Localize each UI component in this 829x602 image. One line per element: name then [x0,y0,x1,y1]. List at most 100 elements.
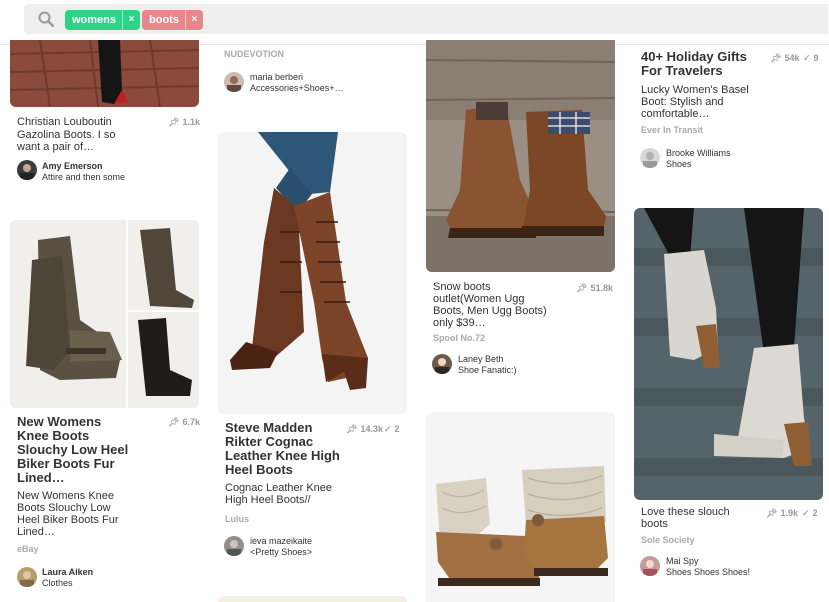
pin-image-partial[interactable] [218,596,407,602]
pin-title-line: want a pair of… [17,141,95,153]
check-icon: ✓ [384,424,392,434]
pin-image-snow-boots[interactable] [426,40,615,272]
pin-icon: 📌︎ [168,417,180,427]
pin-title-line: Knee Boots [17,428,90,443]
board-name[interactable]: Shoes [666,159,692,169]
pin-description: New Womens Knee Boots Slouchy Low Heel B… [17,490,187,538]
pin-title[interactable]: Steve Madden Rikter Cognac Leather Knee … [225,421,355,477]
filter-chip-label: womens [72,14,117,26]
avatar[interactable] [17,160,37,180]
repin-count: 📌︎ 1.1k [168,117,200,128]
pin-description-line: Boot: Stylish and [641,96,724,108]
filter-chip-womens[interactable]: womens × [65,10,141,30]
pin-title-line: Gazolina Boots. I so [17,128,116,141]
pin-title-line: New Womens [17,414,102,429]
like-value: 2 [812,508,818,518]
pin-source[interactable]: Ever In Transit [641,125,703,135]
close-icon[interactable]: × [184,10,203,30]
pin-description-line: Love these slouch [641,506,730,518]
pin-image-knit-boots[interactable] [426,412,615,602]
pin-description[interactable]: Love these slouch boots [641,506,771,530]
pin-title[interactable]: New Womens Knee Boots Slouchy Low Heel B… [17,415,187,485]
pinner-name[interactable]: Amy Emerson [42,161,103,171]
like-count: ✓ 9 [803,53,819,64]
pin-title-line: 40+ Holiday Gifts [641,49,747,64]
filter-chip-label: boots [149,14,179,26]
pin-description-line: Lined… [17,526,55,538]
repin-value: 54k [784,53,800,63]
pin-source[interactable]: Spool No.72 [433,333,485,343]
check-icon: ✓ [803,53,811,63]
pin-source[interactable]: NUDEVOTION [224,49,284,59]
repin-count: 📌︎ 1.9k [766,508,798,519]
pin-description: Lucky Women's Basel Boot: Stylish and co… [641,84,791,120]
pin-title-line: Steve Madden [225,420,313,435]
pin-title-line: For Travelers [641,63,723,78]
board-name[interactable]: <Pretty Shoes> [250,547,312,557]
pin-description-line: comfortable… [641,108,710,120]
repin-count: 📌︎ 14.3k [346,424,383,435]
pin-description-line: Boots, Men Ugg Boots) [433,305,547,317]
avatar[interactable] [640,148,660,168]
like-count: ✓ 2 [802,508,818,519]
pin-description-line: Boots Slouchy Low [17,502,111,514]
pinner-name[interactable]: Laura Aiken [42,567,93,577]
pin-icon: 📌︎ [576,283,588,293]
pin-description-line: Heel Biker Boots Fur [17,514,119,526]
pin-title-line: Slouchy Low Heel [17,442,129,457]
filter-chip-boots[interactable]: boots × [142,10,203,30]
like-count: ✓ 2 [384,424,400,435]
pin-image-steve-madden[interactable] [218,132,407,414]
pin-image-slouch-boots[interactable] [634,208,823,500]
avatar[interactable] [224,72,244,92]
pin-description[interactable]: Snow boots outlet(Women Ugg Boots, Men U… [433,281,573,329]
pin-source[interactable]: Sole Society [641,535,695,545]
pin-title-line: Heel Boots [225,462,293,477]
pin-icon: 📌︎ [770,53,782,63]
pin-description-line: Lucky Women's Basel [641,84,749,96]
avatar[interactable] [17,567,37,587]
pin-description-line: Snow boots [433,281,491,293]
avatar[interactable] [640,556,660,576]
repin-count: 📌︎ 6.7k [168,417,200,428]
pin-source[interactable]: eBay [17,544,39,554]
pin-title[interactable]: 40+ Holiday Gifts For Travelers [641,50,781,78]
pin-description-line: High Heel Boots// [225,494,311,506]
pin-image-louboutin[interactable] [10,40,199,107]
repin-value: 1.9k [780,508,798,518]
pin-icon: 📌︎ [766,508,778,518]
pinner-name[interactable]: Laney Beth [458,354,504,364]
pin-title-line: Lined… [17,470,65,485]
pin-description: Cognac Leather Knee High Heel Boots// [225,482,395,506]
pin-title-line: Christian Louboutin [17,116,112,128]
pinner-name[interactable]: ieva mazeikaite [250,536,312,546]
close-icon[interactable]: × [122,10,140,30]
repin-count: 📌︎ 51.8k [576,283,613,294]
pin-description-line: New Womens Knee [17,490,115,502]
pin-description-line: boots [641,518,668,530]
avatar[interactable] [224,536,244,556]
like-value: 9 [813,53,819,63]
pin-description-line: outlet(Women Ugg [433,293,525,305]
repin-value: 6.7k [182,417,200,427]
repin-count: 📌︎ 54k [770,53,799,64]
board-name[interactable]: Shoe Fanatic:) [458,365,517,375]
pin-image-slouchy-boots[interactable] [10,220,199,408]
search-icon[interactable] [38,11,54,27]
pinner-name[interactable]: maria berberi [250,72,303,82]
avatar[interactable] [432,354,452,374]
board-name[interactable]: Attire and then some [42,172,125,182]
board-name[interactable]: Accessories+Shoes+… [250,83,344,93]
pinner-name[interactable]: Mai Spy [666,556,699,566]
pin-source[interactable]: Lulus [225,514,249,524]
board-name[interactable]: Shoes Shoes Shoes! [666,567,750,577]
pinner-name[interactable]: Brooke Williams [666,148,731,158]
pin-icon: 📌︎ [168,117,180,127]
pin-icon: 📌︎ [346,424,358,434]
pin-title[interactable]: Christian Louboutin Gazolina Boots. I so… [17,116,157,154]
repin-value: 51.8k [590,283,613,293]
pin-description-line: Cognac Leather Knee [225,482,333,494]
board-name[interactable]: Clothes [42,578,73,588]
search-bar[interactable]: womens × boots × [24,4,828,34]
like-value: 2 [394,424,400,434]
